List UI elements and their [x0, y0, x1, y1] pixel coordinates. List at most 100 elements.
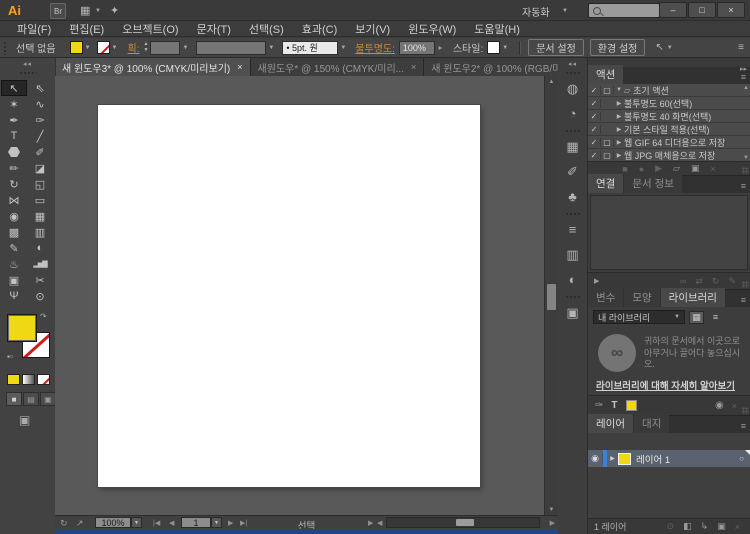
update-link-icon[interactable]: ↻	[712, 276, 720, 287]
dialog-toggle-icon[interactable]: ▢	[601, 138, 614, 147]
draw-inside-button[interactable]: ▣	[40, 392, 56, 406]
opacity-input[interactable]: 100%	[399, 41, 435, 55]
brush-definition-select[interactable]: • 5pt. 원	[282, 41, 338, 55]
learn-more-link[interactable]: 라이브러리에 대해 자세히 알아보기	[596, 378, 746, 392]
panel-menu-icon[interactable]: ≡	[741, 421, 750, 433]
selection-tool[interactable]: ↖	[1, 80, 27, 96]
menu-effect[interactable]: 효과(C)	[293, 21, 347, 37]
curvature-tool[interactable]: ✑	[27, 112, 53, 128]
expand-icon[interactable]: ▶	[368, 519, 373, 527]
resize-grip[interactable]	[742, 167, 749, 174]
column-graph-tool[interactable]: ▂▅▇	[27, 256, 53, 272]
library-select[interactable]: 내 라이브러리▼	[593, 310, 685, 324]
new-sublayer-icon[interactable]: ↳	[701, 521, 709, 532]
panel-menu-icon[interactable]: ≡	[741, 295, 750, 307]
default-fill-stroke-icon[interactable]: ▪▫	[7, 352, 13, 361]
chevron-down-icon[interactable]: ▼	[112, 45, 118, 51]
toggle-item-icon[interactable]: ✓	[588, 112, 601, 121]
first-artboard-button[interactable]: |◀	[153, 519, 160, 527]
tab-links[interactable]: 연결	[588, 174, 623, 193]
draw-behind-button[interactable]: ▤	[23, 392, 39, 406]
canvas[interactable]: ▲ ▼	[55, 76, 558, 515]
rotate-tool[interactable]: ↻	[1, 176, 27, 192]
expand-icon[interactable]: ▶	[607, 455, 618, 462]
stepper-down-icon[interactable]: ▼	[143, 48, 148, 54]
toggle-item-icon[interactable]: ✓	[588, 138, 601, 147]
panel-menu-icon[interactable]: ≡	[741, 72, 750, 84]
locate-object-icon[interactable]: ⊙	[667, 521, 675, 532]
toggle-item-icon[interactable]: ✓	[588, 125, 601, 134]
scrollbar-thumb[interactable]	[547, 284, 556, 310]
lasso-tool[interactable]: ∿	[27, 96, 53, 112]
pathfinder-icon[interactable]: ▣	[558, 300, 587, 325]
chevron-down-icon[interactable]: ▼	[562, 8, 568, 14]
variable-width-profile-select[interactable]	[196, 41, 266, 55]
panel-menu-icon[interactable]: ≡	[741, 181, 750, 193]
previous-artboard-button[interactable]: ◀	[169, 519, 174, 527]
tab-appearance[interactable]: 모양	[624, 288, 659, 307]
free-transform-tool[interactable]: ▭	[27, 192, 53, 208]
play-icon[interactable]: ▶	[655, 163, 662, 174]
mesh-tool[interactable]: ▩	[1, 224, 27, 240]
vertical-scrollbar[interactable]: ▲ ▼	[544, 76, 558, 515]
search-input[interactable]	[588, 3, 660, 18]
color-button[interactable]	[7, 374, 20, 385]
action-row[interactable]: ✓ ▶ 불투명도 60(선택)	[588, 97, 750, 110]
dialog-toggle-icon[interactable]: ▢	[601, 86, 614, 95]
tab-layers[interactable]: 레이어	[588, 414, 633, 433]
pen-tool[interactable]: ✒	[1, 112, 27, 128]
transparency-icon[interactable]: ◐	[558, 267, 587, 292]
visibility-toggle-icon[interactable]: ◉	[588, 453, 603, 464]
color-chip[interactable]	[626, 400, 637, 411]
horizontal-scrollbar[interactable]	[386, 517, 540, 528]
screen-mode-button[interactable]: ▣	[19, 414, 30, 426]
zoom-tool[interactable]: ⊙	[27, 288, 53, 304]
tab-artboards[interactable]: 대지	[634, 414, 669, 433]
new-layer-icon[interactable]: ▣	[717, 521, 726, 532]
stroke-panel-icon[interactable]: ≡	[558, 217, 587, 242]
zoom-dropdown-button[interactable]: ▼	[131, 517, 142, 528]
go-to-link-icon[interactable]: ⇄	[695, 276, 703, 287]
fill-color-swatch[interactable]	[70, 41, 83, 54]
zoom-level-select[interactable]: 100%	[95, 517, 131, 528]
chevron-down-icon[interactable]: ▼	[502, 45, 508, 51]
action-row[interactable]: ✓ ▢ ▼ ▱ 초기 액션	[588, 84, 750, 97]
layer-row[interactable]: ◉ ▶ 레이어 1 ○	[588, 450, 750, 467]
bridge-button[interactable]: Br	[50, 3, 66, 19]
magic-wand-tool[interactable]: ✶	[1, 96, 27, 112]
menu-object[interactable]: 오브젝트(O)	[113, 21, 187, 37]
list-view-button[interactable]: ≡	[708, 311, 723, 324]
menu-help[interactable]: 도움말(H)	[465, 21, 529, 37]
draw-normal-button[interactable]: ■	[6, 392, 22, 406]
document-setup-button[interactable]: 문서 설정	[528, 39, 584, 56]
artboard-tool[interactable]: ▣	[1, 272, 27, 288]
workspace-icon[interactable]: ✦	[110, 4, 119, 17]
tab-libraries[interactable]: 라이브러리	[661, 288, 725, 307]
scroll-up-icon[interactable]: ▲	[545, 76, 558, 87]
symbols-icon[interactable]: ♣	[558, 184, 587, 209]
stop-icon[interactable]: ■	[622, 164, 627, 174]
last-artboard-button[interactable]: ▶|	[240, 519, 247, 527]
cc-sync-icon[interactable]: ◉	[715, 400, 724, 411]
arrange-documents-icon[interactable]: ▦	[80, 4, 90, 17]
delete-icon[interactable]: ×	[710, 164, 715, 174]
document-tab[interactable]: 새원도우* @ 150% (CMYK/미리... ×	[251, 58, 425, 76]
collapse-icon[interactable]: ◂◂	[0, 60, 55, 68]
close-icon[interactable]: ×	[237, 62, 242, 72]
eraser-tool[interactable]: ◪	[27, 160, 53, 176]
chevron-down-icon[interactable]: ▼	[182, 45, 188, 51]
chevron-down-icon[interactable]: ▼	[667, 45, 673, 51]
drag-handle[interactable]	[3, 41, 7, 55]
drag-handle[interactable]	[565, 129, 581, 133]
artboard[interactable]	[98, 105, 480, 487]
trash-icon[interactable]: ×	[732, 401, 737, 411]
stroke-weight-input[interactable]	[150, 41, 180, 55]
chevron-down-icon[interactable]: ▼	[95, 8, 101, 14]
drag-handle[interactable]	[19, 71, 37, 75]
character-style-icon[interactable]: T	[611, 400, 617, 411]
dialog-toggle-icon[interactable]: ▢	[601, 151, 614, 160]
trash-icon[interactable]: ×	[735, 522, 740, 532]
new-set-icon[interactable]: ▱	[673, 163, 680, 174]
document-tab[interactable]: 새 윈도우3* @ 100% (CMYK/미리보기) ×	[55, 58, 251, 76]
stroke-label[interactable]: 획:	[128, 40, 140, 55]
